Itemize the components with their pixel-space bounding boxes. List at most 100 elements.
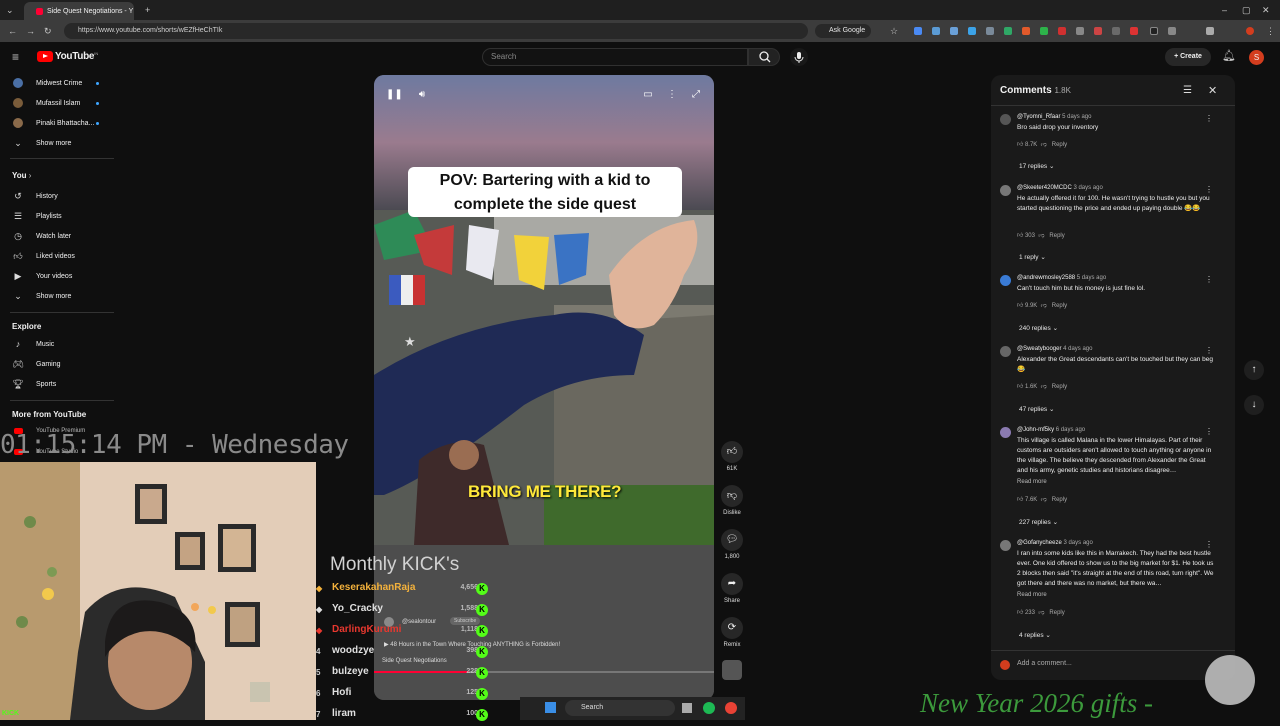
- extension-icon[interactable]: [1058, 27, 1066, 35]
- commenter-avatar[interactable]: [1000, 427, 1011, 438]
- sidebar-subscription-pinaki[interactable]: Pinaki Bhattacha...: [0, 114, 115, 132]
- reply-button[interactable]: Reply: [1052, 303, 1067, 309]
- commenter-avatar[interactable]: [1000, 540, 1011, 551]
- sidebar-item-your-videos[interactable]: ▶ Your videos: [0, 267, 115, 285]
- chrome-taskbar-icon[interactable]: [725, 702, 737, 714]
- comment-menu-icon[interactable]: ⋮: [1205, 275, 1213, 284]
- close-window-icon[interactable]: ✕: [1262, 5, 1270, 15]
- extension-icon[interactable]: [932, 27, 940, 35]
- captions-button[interactable]: ▭: [640, 87, 656, 103]
- extension-icon[interactable]: [1004, 27, 1012, 35]
- dislike-icon[interactable]: 👎︎: [1041, 497, 1047, 503]
- comment-menu-icon[interactable]: ⋮: [1205, 346, 1213, 355]
- sidebar-item-watch-later[interactable]: ◷ Watch later: [0, 227, 115, 245]
- extension-icon[interactable]: [1040, 27, 1048, 35]
- extension-icon[interactable]: [1076, 27, 1084, 35]
- like-button[interactable]: 👍︎ 61K: [719, 441, 745, 472]
- sidebar-show-more[interactable]: ⌄ Show more: [0, 287, 115, 305]
- back-icon[interactable]: ←: [8, 26, 17, 36]
- sidebar-item-liked-videos[interactable]: 👍︎ Liked videos: [0, 247, 115, 265]
- comment-menu-icon[interactable]: ⋮: [1205, 540, 1213, 549]
- extension-icon[interactable]: [968, 27, 976, 35]
- extension-icon[interactable]: [914, 27, 922, 35]
- tab-search-icon[interactable]: ⌄: [6, 5, 14, 15]
- comment-handle[interactable]: @Skeeter420MCDC: [1017, 185, 1072, 191]
- like-icon[interactable]: 👍︎: [1017, 142, 1023, 148]
- hamburger-menu-icon[interactable]: ≡: [12, 51, 19, 63]
- like-icon[interactable]: 👍︎: [1017, 497, 1023, 503]
- replies-toggle[interactable]: 47 replies ⌄: [1019, 405, 1054, 413]
- new-tab-icon[interactable]: +: [145, 5, 150, 15]
- ask-google-button[interactable]: Ask Google: [815, 24, 872, 38]
- reply-button[interactable]: Reply: [1052, 497, 1067, 503]
- dislike-icon[interactable]: 👎︎: [1041, 384, 1047, 390]
- replies-toggle[interactable]: 1 reply ⌄: [1019, 253, 1046, 261]
- like-icon[interactable]: 👍︎: [1017, 233, 1023, 239]
- dislike-icon[interactable]: 👎︎: [1038, 610, 1044, 616]
- chrome-menu-icon[interactable]: ⋮: [1266, 26, 1275, 36]
- commenter-avatar[interactable]: [1000, 185, 1011, 196]
- replies-toggle[interactable]: 17 replies ⌄: [1019, 162, 1054, 170]
- sidebar-you-heading[interactable]: You ›: [12, 171, 31, 180]
- taskbar-search[interactable]: Search: [565, 700, 675, 716]
- like-icon[interactable]: 👍︎: [1017, 303, 1023, 309]
- close-comments-icon[interactable]: ✕: [1208, 84, 1217, 97]
- commenter-avatar[interactable]: [1000, 275, 1011, 286]
- dislike-button[interactable]: 👎︎ Dislike: [719, 485, 745, 516]
- comment-handle[interactable]: @Sweatybooger: [1017, 346, 1061, 352]
- account-avatar[interactable]: S: [1249, 50, 1264, 65]
- notifications-bell-icon[interactable]: 🔔︎: [1222, 51, 1236, 62]
- profile-avatar-icon[interactable]: [1246, 27, 1254, 35]
- read-more-link[interactable]: Read more: [1017, 592, 1047, 598]
- voice-search-button[interactable]: [790, 48, 808, 66]
- previous-short-button[interactable]: ↑: [1244, 360, 1264, 380]
- audio-track-thumbnail[interactable]: [722, 660, 742, 680]
- like-icon[interactable]: 👍︎: [1017, 384, 1023, 390]
- extension-icon[interactable]: [1112, 27, 1120, 35]
- remix-button[interactable]: ⟳ Remix: [719, 617, 745, 648]
- extension-icon[interactable]: [950, 27, 958, 35]
- extension-icon[interactable]: [1094, 27, 1102, 35]
- comment-menu-icon[interactable]: ⋮: [1205, 185, 1213, 194]
- extension-icon[interactable]: [1130, 27, 1138, 35]
- forward-icon[interactable]: →: [26, 26, 35, 36]
- reply-button[interactable]: Reply: [1052, 142, 1067, 148]
- reload-icon[interactable]: ↻: [44, 26, 52, 36]
- next-short-button[interactable]: ↓: [1244, 395, 1264, 415]
- address-bar[interactable]: https://www.youtube.com/shorts/wEZfHeChT…: [64, 23, 808, 39]
- spotify-icon[interactable]: [703, 702, 715, 714]
- replies-toggle[interactable]: 240 replies ⌄: [1019, 324, 1058, 332]
- minimize-icon[interactable]: –: [1222, 5, 1227, 15]
- add-comment-input[interactable]: Add a comment...: [1017, 660, 1072, 667]
- create-button[interactable]: + Create: [1165, 48, 1211, 66]
- comment-handle[interactable]: @Gofanycheeze: [1017, 540, 1062, 546]
- replies-toggle[interactable]: 227 replies ⌄: [1019, 518, 1058, 526]
- commenter-avatar[interactable]: [1000, 114, 1011, 125]
- comment-handle[interactable]: @Tyomni_Rfaar: [1017, 114, 1060, 120]
- comment-menu-icon[interactable]: ⋮: [1205, 427, 1213, 436]
- extension-icon[interactable]: [1150, 27, 1158, 35]
- reply-button[interactable]: Reply: [1049, 610, 1064, 616]
- extensions-puzzle-icon[interactable]: [1168, 27, 1176, 35]
- commenter-avatar[interactable]: [1000, 346, 1011, 357]
- more-options-icon[interactable]: ⋮: [664, 87, 680, 103]
- search-input[interactable]: Search: [482, 48, 748, 66]
- sidebar-subscription-mufassil-islam[interactable]: Mufassil Islam: [0, 94, 115, 112]
- dislike-icon[interactable]: 👎︎: [1038, 233, 1044, 239]
- reply-button[interactable]: Reply: [1049, 233, 1064, 239]
- volume-button[interactable]: 🔊︎: [414, 87, 430, 103]
- read-more-link[interactable]: Read more: [1017, 479, 1047, 485]
- replies-toggle[interactable]: 4 replies ⌄: [1019, 631, 1051, 639]
- downloads-icon[interactable]: [1206, 27, 1214, 35]
- dislike-icon[interactable]: 👎︎: [1041, 303, 1047, 309]
- comment-handle[interactable]: @John-mf5ky: [1017, 427, 1054, 433]
- extension-icon[interactable]: [986, 27, 994, 35]
- search-button[interactable]: [748, 48, 780, 66]
- reply-button[interactable]: Reply: [1052, 384, 1067, 390]
- pause-button[interactable]: ❚❚: [386, 87, 403, 103]
- sidebar-item-sports[interactable]: 🏆︎ Sports: [0, 375, 115, 393]
- browser-tab[interactable]: Side Quest Negotiations - Y: [24, 2, 134, 20]
- youtube-logo[interactable]: YouTube IN: [37, 51, 98, 62]
- task-view-icon[interactable]: [682, 703, 692, 713]
- comments-button[interactable]: 💬︎ 1,800: [719, 529, 745, 560]
